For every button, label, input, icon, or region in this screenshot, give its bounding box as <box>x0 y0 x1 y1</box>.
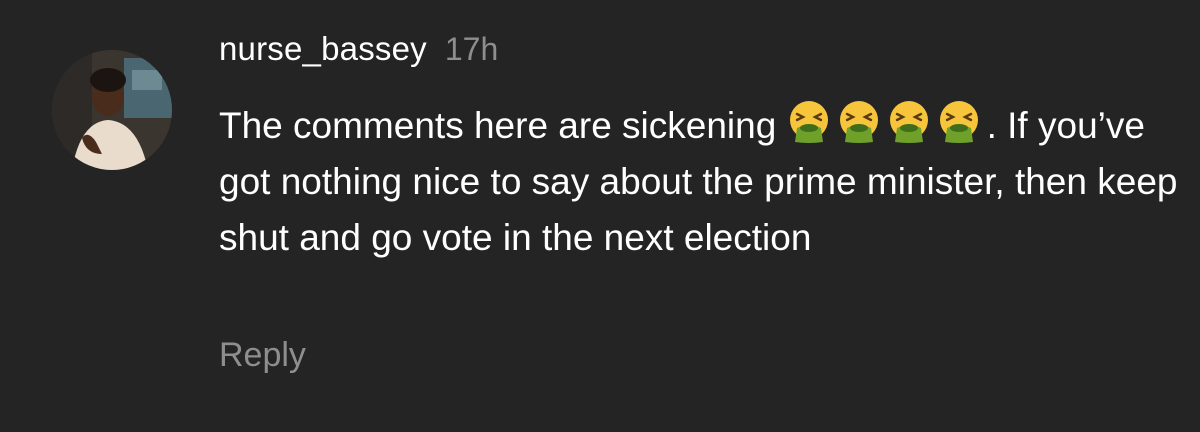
face-vomiting-icon <box>937 100 981 144</box>
reply-button[interactable]: Reply <box>219 336 306 375</box>
face-vomiting-icon <box>787 100 831 144</box>
avatar-photo <box>52 50 172 170</box>
face-vomiting-icon <box>887 100 931 144</box>
comment-text: The comments here are sickening . If you… <box>219 98 1179 266</box>
comment-text-part1: The comments here are sickening <box>219 105 787 146</box>
comment: nurse_bassey 17h The comments here are s… <box>0 0 1200 432</box>
avatar[interactable] <box>52 50 172 170</box>
face-vomiting-icon <box>837 100 881 144</box>
timestamp: 17h <box>444 31 499 67</box>
username-link[interactable]: nurse_bassey <box>219 30 427 68</box>
comment-meta: nurse_bassey 17h <box>219 30 1179 80</box>
comment-body: nurse_bassey 17h The comments here are s… <box>219 30 1179 266</box>
